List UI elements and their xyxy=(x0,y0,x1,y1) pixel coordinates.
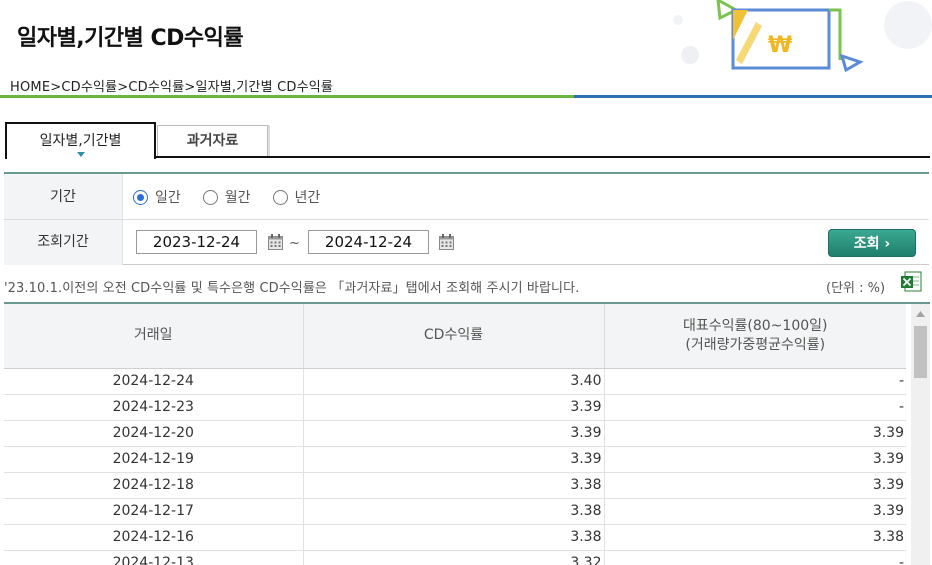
table-row: 2024-12-24 3.40 - xyxy=(4,368,906,395)
table-row: 2024-12-18 3.38 3.39 xyxy=(4,472,906,499)
cell-cd-rate: 3.38 xyxy=(303,524,605,551)
search-form: 기간 일간 월간 년간 조회기간 2023-12-24 ~ 2024-12-24… xyxy=(4,172,929,265)
cell-date: 2024-12-24 xyxy=(4,368,304,395)
excel-download-icon[interactable] xyxy=(900,271,922,293)
cell-date: 2024-12-20 xyxy=(4,420,304,447)
notice-text: '23.10.1.이전의 오전 CD수익률 및 특수은행 CD수익률은 「과거자… xyxy=(4,281,580,296)
tab-past-data[interactable]: 과거자료 xyxy=(157,125,268,156)
radio-yearly-label: 년간 xyxy=(294,190,321,206)
table-row: 2024-12-20 3.39 3.39 xyxy=(4,420,906,447)
cell-cd-rate: 3.39 xyxy=(303,394,605,421)
tab-daily-period[interactable]: 일자별,기간별 xyxy=(5,122,156,159)
tab-bar: 일자별,기간별 과거자료 xyxy=(5,122,930,159)
header-divider-blue xyxy=(574,95,932,98)
radio-monthly-control[interactable] xyxy=(202,189,218,205)
period-radio-group: 일간 월간 년간 xyxy=(133,187,342,207)
header-representative-rate-line1: 대표수익률(80~100일) xyxy=(683,317,828,334)
radio-daily[interactable]: 일간 xyxy=(133,187,181,207)
page-title: 일자별,기간별 CD수익률 xyxy=(17,26,244,51)
cell-date: 2024-12-19 xyxy=(4,446,304,473)
cell-rep-rate: - xyxy=(604,394,906,421)
calendar-icon[interactable] xyxy=(268,234,283,250)
cell-cd-rate: 3.38 xyxy=(303,472,605,499)
radio-monthly[interactable]: 월간 xyxy=(202,187,251,207)
svg-text:₩: ₩ xyxy=(768,33,792,58)
cell-rep-rate: 3.39 xyxy=(604,420,906,447)
end-date-input[interactable]: 2024-12-24 xyxy=(308,230,429,254)
range-label: 조회기간 xyxy=(4,220,123,265)
period-label: 기간 xyxy=(4,174,123,219)
table-scrollbar[interactable] xyxy=(911,304,930,565)
breadcrumb: HOME>CD수익률>CD수익률>일자별,기간별 CD수익률 xyxy=(10,80,334,95)
cell-cd-rate: 3.32 xyxy=(303,550,605,565)
cell-rep-rate: 3.39 xyxy=(604,446,906,473)
cell-rep-rate: - xyxy=(604,550,906,565)
header-representative-rate: 대표수익률(80~100일) (거래량가중평균수익률) xyxy=(604,304,906,369)
table-row: 2024-12-17 3.38 3.39 xyxy=(4,498,906,525)
search-button[interactable]: 조회 › xyxy=(828,229,916,257)
table-row: 2024-12-23 3.39 - xyxy=(4,394,906,421)
cd-rate-table-container: 거래일 CD수익률 대표수익률(80~100일) (거래량가중평균수익률) 20… xyxy=(4,302,930,565)
cell-date: 2024-12-16 xyxy=(4,524,304,551)
cell-date: 2024-12-17 xyxy=(4,498,304,525)
calendar-icon[interactable] xyxy=(439,234,454,250)
unit-label: (단위 : %) xyxy=(826,281,886,296)
header-cd-rate: CD수익률 xyxy=(303,304,605,369)
cell-rep-rate: - xyxy=(604,368,906,395)
header-divider-green xyxy=(0,95,574,98)
scroll-up-arrow-icon[interactable] xyxy=(911,306,930,322)
cell-date: 2024-12-23 xyxy=(4,394,304,421)
table-row: 2024-12-19 3.39 3.39 xyxy=(4,446,906,473)
cell-cd-rate: 3.40 xyxy=(303,368,605,395)
radio-yearly[interactable]: 년간 xyxy=(272,187,321,207)
cell-cd-rate: 3.39 xyxy=(303,420,605,447)
radio-daily-label: 일간 xyxy=(155,190,181,206)
cell-rep-rate: 3.39 xyxy=(604,498,906,525)
start-date-input[interactable]: 2023-12-24 xyxy=(136,230,257,254)
date-separator: ~ xyxy=(289,236,300,251)
radio-daily-control[interactable] xyxy=(133,189,148,205)
table-row: 2024-12-13 3.32 - xyxy=(4,550,906,565)
cell-rep-rate: 3.38 xyxy=(604,524,906,551)
header-trade-date: 거래일 xyxy=(4,304,304,369)
cell-cd-rate: 3.39 xyxy=(303,446,605,473)
range-row: 조회기간 2023-12-24 ~ 2024-12-24 조회 › xyxy=(4,220,929,265)
header-representative-rate-line2: (거래량가중평균수익률) xyxy=(685,336,826,353)
cd-rate-table: 거래일 CD수익률 대표수익률(80~100일) (거래량가중평균수익률) 20… xyxy=(4,304,906,565)
table-header-row: 거래일 CD수익률 대표수익률(80~100일) (거래량가중평균수익률) xyxy=(4,304,906,369)
period-row: 기간 일간 월간 년간 xyxy=(4,174,929,220)
cell-cd-rate: 3.38 xyxy=(303,498,605,525)
scrollbar-thumb[interactable] xyxy=(914,326,927,378)
radio-monthly-label: 월간 xyxy=(224,190,251,206)
cell-date: 2024-12-18 xyxy=(4,472,304,499)
won-currency-illustration-icon: ₩ xyxy=(673,0,932,73)
cell-date: 2024-12-13 xyxy=(4,550,304,565)
table-row: 2024-12-16 3.38 3.38 xyxy=(4,524,906,551)
cell-rep-rate: 3.39 xyxy=(604,472,906,499)
radio-yearly-control[interactable] xyxy=(272,189,288,205)
